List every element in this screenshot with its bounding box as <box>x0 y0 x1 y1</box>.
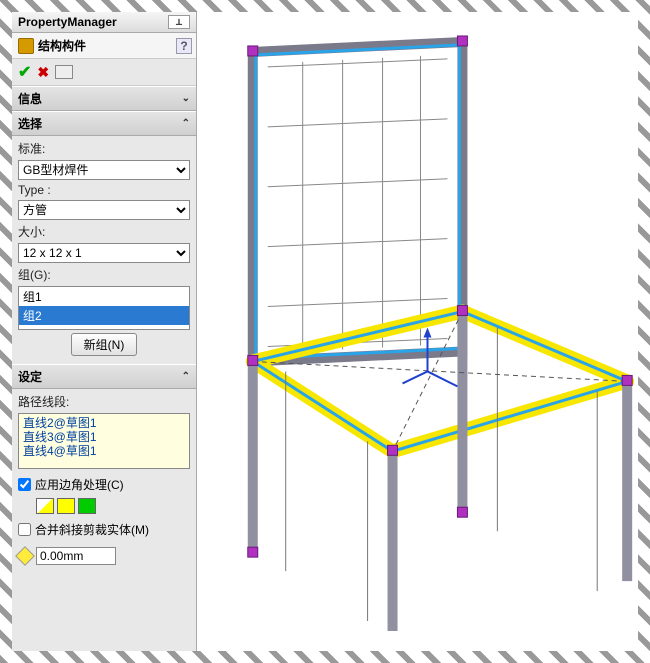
corner-swatches <box>36 498 190 514</box>
size-label: 大小: <box>18 223 190 240</box>
confirm-row: ✔ ✖ <box>12 59 196 86</box>
new-group-button[interactable]: 新组(N) <box>71 333 138 356</box>
cancel-button[interactable]: ✖ <box>37 64 49 81</box>
merge-trim-checkbox[interactable] <box>18 523 31 536</box>
section-body-settings: 路径线段: 直线2@草图1 直线3@草图1 直线4@草图1 应用边角处理(C) … <box>12 389 196 573</box>
detailed-preview-icon[interactable] <box>55 65 73 79</box>
gap-dimension-row <box>18 547 190 565</box>
model-view-svg <box>197 12 638 651</box>
gap-icon <box>15 546 35 566</box>
corner-option-3[interactable] <box>78 498 96 514</box>
graphics-viewport[interactable] <box>197 12 638 651</box>
feature-title-bar: 结构构件 ? <box>12 33 196 59</box>
path-segment-listbox[interactable]: 直线2@草图1 直线3@草图1 直线4@草图1 <box>18 413 190 469</box>
merge-trim-row[interactable]: 合并斜接剪裁实体(M) <box>18 517 190 538</box>
size-select[interactable]: 12 x 12 x 1 <box>18 243 190 263</box>
structural-member-icon <box>18 38 34 54</box>
corner-option-2[interactable] <box>57 498 75 514</box>
standard-select[interactable]: GB型材焊件 <box>18 160 190 180</box>
pm-header: PropertyManager ⟂ <box>12 12 196 33</box>
list-item[interactable]: 直线3@草图1 <box>23 430 185 444</box>
group-listbox[interactable]: 组1 组2 <box>18 286 190 330</box>
property-manager-panel: PropertyManager ⟂ 结构构件 ? ✔ ✖ 信息 ⌄ 选择 ⌃ 标… <box>12 12 197 651</box>
list-item[interactable]: 组2 <box>19 306 189 325</box>
type-label: Type : <box>18 183 190 197</box>
type-select[interactable]: 方管 <box>18 200 190 220</box>
ok-button[interactable]: ✔ <box>18 62 31 82</box>
pin-icon[interactable]: ⟂ <box>168 15 190 29</box>
section-head-select[interactable]: 选择 ⌃ <box>12 111 196 136</box>
section-head-settings[interactable]: 设定 ⌃ <box>12 364 196 389</box>
section-body-select: 标准: GB型材焊件 Type : 方管 大小: 12 x 12 x 1 组(G… <box>12 136 196 364</box>
section-head-info[interactable]: 信息 ⌄ <box>12 86 196 111</box>
feature-name: 结构构件 <box>38 37 86 54</box>
section-title-select: 选择 <box>18 115 42 132</box>
section-title-settings: 设定 <box>18 368 42 385</box>
list-item[interactable]: 组1 <box>19 287 189 306</box>
list-item[interactable]: 直线4@草图1 <box>23 444 185 458</box>
group-label: 组(G): <box>18 266 190 283</box>
gap-input[interactable] <box>36 547 116 565</box>
help-button[interactable]: ? <box>176 38 192 54</box>
chevron-down-icon: ⌄ <box>182 93 190 104</box>
standard-label: 标准: <box>18 140 190 157</box>
chevron-up-icon: ⌃ <box>182 118 190 129</box>
corner-treatment-row[interactable]: 应用边角处理(C) <box>18 472 190 493</box>
corner-treatment-label: 应用边角处理(C) <box>35 476 124 493</box>
path-label: 路径线段: <box>18 393 190 410</box>
corner-option-1[interactable] <box>36 498 54 514</box>
chevron-up-icon: ⌃ <box>182 371 190 382</box>
merge-trim-label: 合并斜接剪裁实体(M) <box>35 521 149 538</box>
section-title-info: 信息 <box>18 90 42 107</box>
list-item[interactable]: 直线2@草图1 <box>23 416 185 430</box>
pm-title: PropertyManager <box>18 15 117 29</box>
corner-treatment-checkbox[interactable] <box>18 478 31 491</box>
